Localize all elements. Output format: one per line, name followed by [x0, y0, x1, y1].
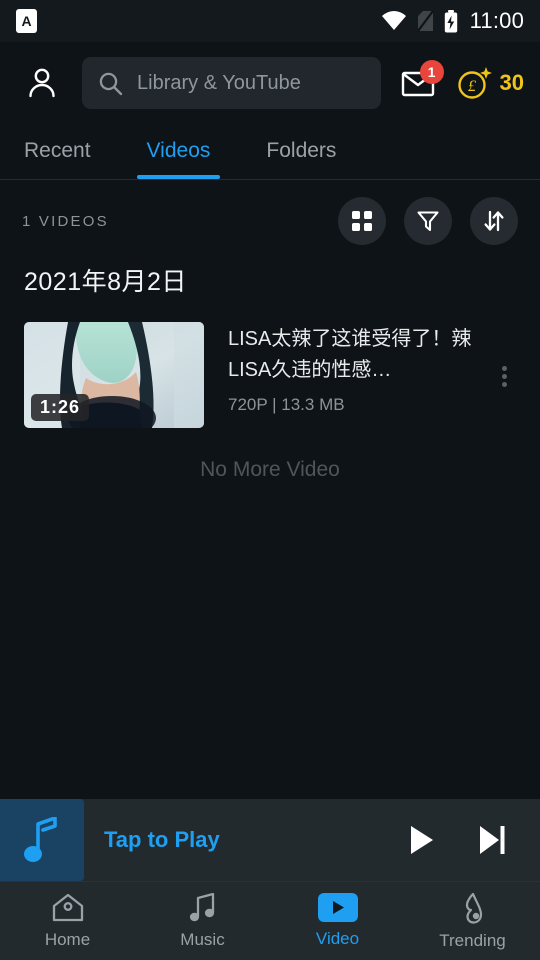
status-bar-left: A — [16, 9, 37, 33]
tab-recent[interactable]: Recent — [24, 123, 119, 179]
nav-item-home-label: Home — [44, 929, 91, 949]
svg-text:£: £ — [468, 78, 477, 95]
app-screen: A 11:00 Library & YouTube 1 £ 30 Recent … — [0, 0, 540, 960]
mini-player-artwork[interactable] — [0, 799, 84, 881]
video-count-label: 1 VIDEOS — [22, 212, 109, 230]
app-notification-icon: A — [16, 9, 37, 33]
more-dot — [501, 373, 507, 379]
profile-button[interactable] — [14, 55, 70, 111]
person-icon — [29, 68, 55, 98]
top-bar: Library & YouTube 1 £ 30 — [0, 42, 540, 124]
filter-icon — [417, 211, 439, 232]
mail-badge-count: 1 — [419, 60, 444, 84]
music-note-icon — [189, 892, 214, 921]
play-icon — [411, 826, 433, 854]
skip-next-icon — [480, 826, 505, 854]
end-of-list-message: No More Video — [200, 458, 340, 481]
nav-item-video[interactable]: Video — [270, 882, 405, 960]
list-actions — [338, 197, 518, 245]
mini-player-bar[interactable]: Tap to Play — [0, 799, 540, 881]
status-bar-right: 11:00 — [381, 8, 524, 34]
next-button[interactable] — [470, 818, 514, 862]
grid-view-icon — [352, 211, 372, 231]
video-more-options-button[interactable] — [486, 346, 522, 406]
mini-player-controls — [400, 818, 540, 862]
coin-icon: £ — [457, 67, 492, 99]
music-note-icon — [24, 817, 57, 862]
bottom-navigation: Home Music Video Trending — [0, 881, 540, 960]
coin-count: 30 — [499, 70, 524, 95]
wifi-icon — [381, 11, 406, 30]
filter-button[interactable] — [404, 197, 452, 245]
nav-item-home[interactable]: Home — [0, 882, 135, 960]
status-bar: A 11:00 — [0, 0, 540, 42]
video-thumbnail[interactable]: 1:26 — [24, 322, 204, 428]
more-dot — [501, 365, 507, 371]
search-icon — [99, 72, 123, 95]
no-sim-icon — [416, 10, 434, 32]
play-button[interactable] — [400, 818, 444, 862]
nav-item-trending-label: Trending — [439, 930, 506, 950]
tab-videos-label: Videos — [146, 139, 211, 162]
search-placeholder: Library & YouTube — [137, 71, 301, 94]
list-toolbar: 1 VIDEOS — [0, 186, 540, 256]
tab-folders[interactable]: Folders — [266, 123, 364, 179]
nav-item-music-label: Music — [180, 929, 225, 949]
video-duration-badge: 1:26 — [31, 394, 90, 421]
nav-item-video-label: Video — [315, 929, 360, 948]
battery-charging-icon — [444, 9, 457, 32]
video-title: LISA太辣了这谁受得了！辣LISA久违的性感… — [228, 328, 472, 381]
video-meta: 720P | 13.3 MB — [228, 395, 345, 414]
coins-button[interactable]: £ 30 — [455, 63, 526, 103]
search-input[interactable]: Library & YouTube — [82, 57, 381, 109]
status-bar-clock: 11:00 — [469, 8, 524, 33]
play-triangle-icon — [332, 901, 344, 914]
tab-recent-label: Recent — [24, 139, 91, 162]
sort-button[interactable] — [470, 197, 518, 245]
flame-icon — [465, 892, 482, 924]
grid-view-button[interactable] — [338, 197, 386, 245]
home-icon — [52, 893, 83, 921]
date-group-header: 2021年8月2日 — [24, 268, 187, 296]
tab-bar: Recent Videos Folders — [0, 124, 540, 180]
mini-player-title[interactable]: Tap to Play — [84, 827, 400, 853]
mail-button[interactable]: 1 — [395, 58, 445, 108]
nav-item-trending[interactable]: Trending — [405, 882, 540, 960]
sort-icon — [484, 210, 504, 232]
video-play-icon — [317, 893, 358, 922]
nav-item-music[interactable]: Music — [135, 882, 270, 960]
tab-videos[interactable]: Videos — [136, 123, 239, 179]
video-list-item[interactable]: 1:26 LISA太辣了这谁受得了！辣LISA久违的性感… 720P | 13.… — [0, 322, 540, 428]
more-dot — [501, 381, 507, 387]
tab-folders-label: Folders — [266, 139, 337, 162]
video-info: LISA太辣了这谁受得了！辣LISA久违的性感… 720P | 13.3 MB — [204, 322, 486, 415]
